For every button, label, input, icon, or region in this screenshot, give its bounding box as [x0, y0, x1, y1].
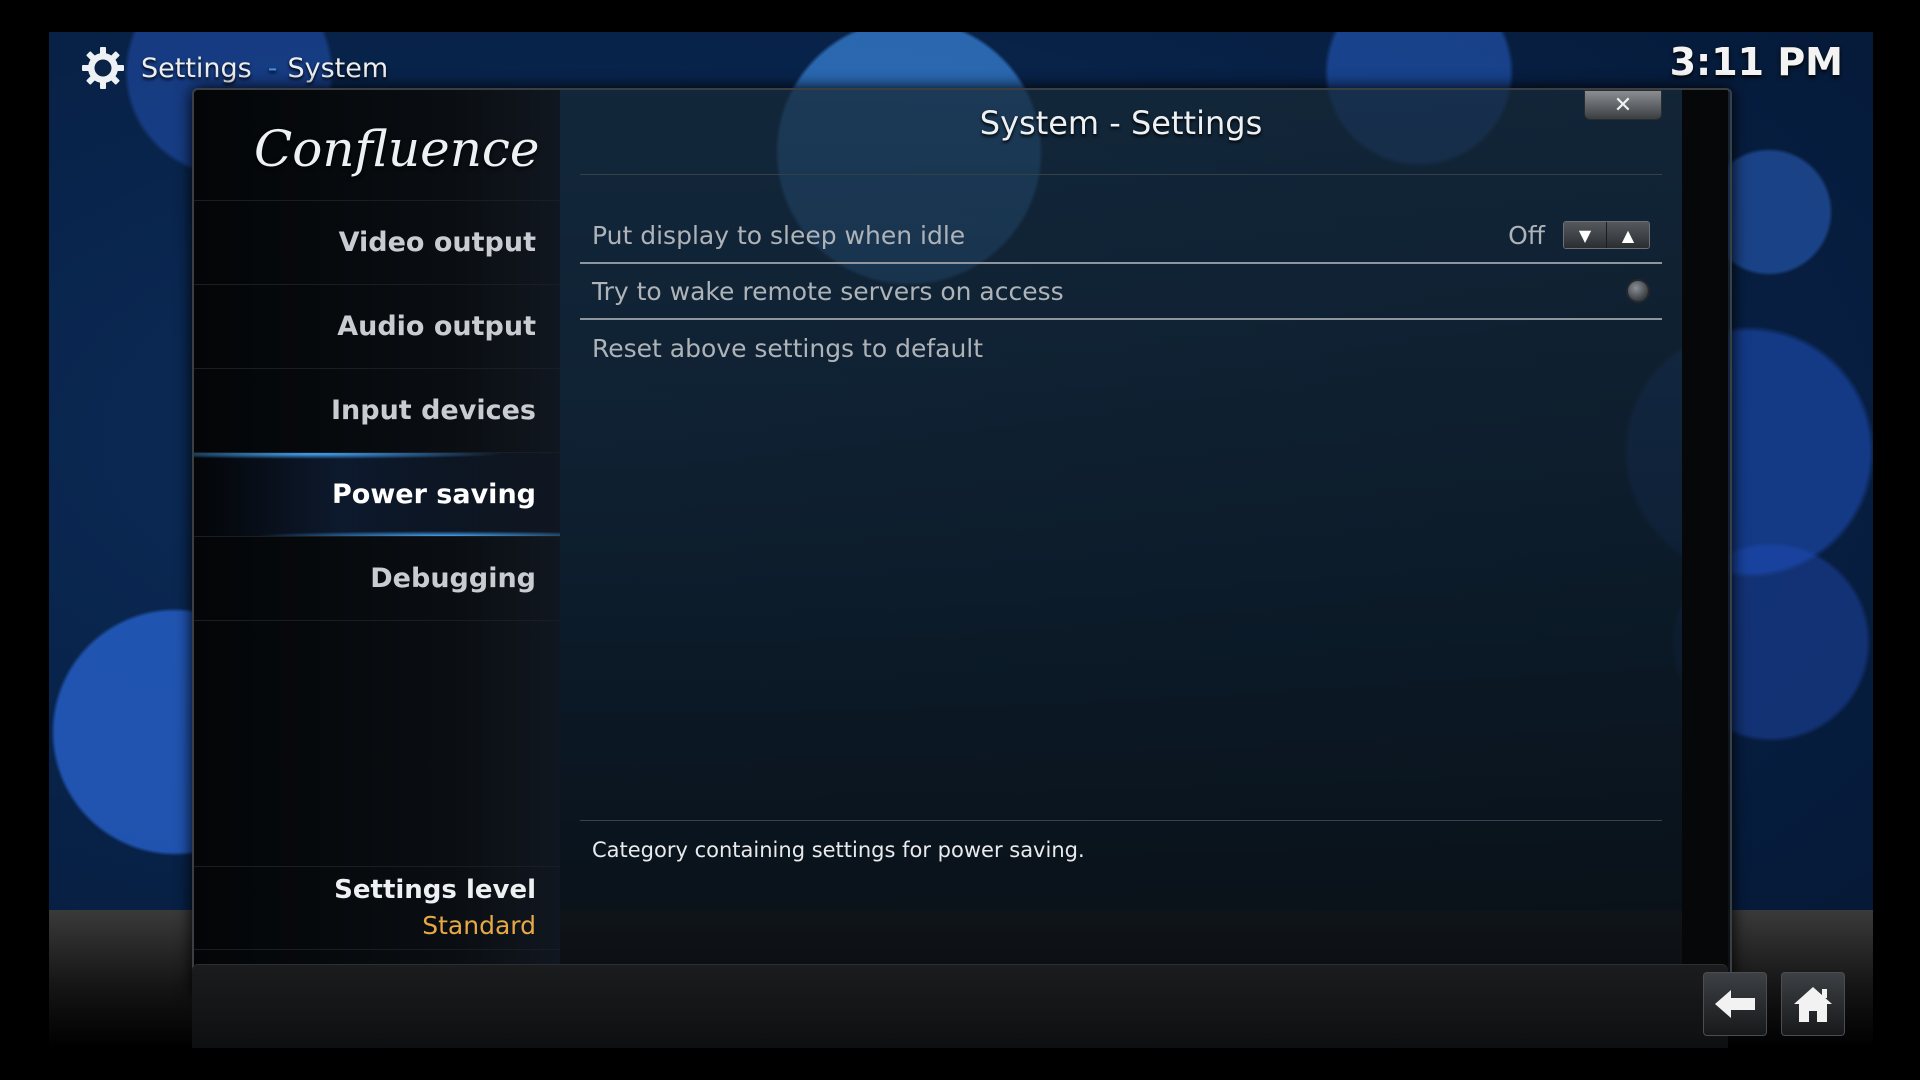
triangle-up-icon: ▲ — [1621, 225, 1635, 245]
setting-label: Put display to sleep when idle — [592, 220, 966, 250]
close-icon: ✕ — [1613, 92, 1633, 118]
back-arrow-icon — [1715, 990, 1755, 1018]
sidebar-item-input-devices[interactable]: Input devices — [194, 368, 560, 452]
sidebar-item-audio-output[interactable]: Audio output — [194, 284, 560, 368]
sidebar-item-label: Audio output — [337, 311, 536, 342]
setting-wake-remote-servers[interactable]: Try to wake remote servers on access — [580, 264, 1662, 320]
setting-reset-defaults[interactable]: Reset above settings to default — [580, 320, 1662, 376]
header-subsection: System — [287, 52, 389, 84]
settings-level-label: Settings level — [334, 875, 536, 905]
sidebar-item-label: Video output — [338, 227, 536, 258]
sidebar-divider — [194, 620, 560, 621]
close-button[interactable]: ✕ — [1584, 90, 1662, 120]
confluence-logo: Confluence — [254, 120, 540, 178]
sidebar-item-label: Debugging — [370, 563, 536, 594]
home-button[interactable] — [1781, 972, 1845, 1036]
category-description: Category containing settings for power s… — [592, 838, 1085, 862]
clock: 3:11 PM — [1669, 40, 1843, 84]
setting-display-sleep[interactable]: Put display to sleep when idle Off ▼ ▲ — [580, 208, 1662, 264]
sidebar-item-debugging[interactable]: Debugging — [194, 536, 560, 620]
description-divider — [580, 820, 1662, 821]
sidebar: Confluence Video output Audio output Inp… — [194, 90, 560, 996]
setting-label: Try to wake remote servers on access — [592, 276, 1064, 306]
back-button[interactable] — [1703, 972, 1767, 1036]
gear-icon — [82, 47, 124, 89]
home-icon — [1794, 987, 1832, 1022]
header-section: Settings — [141, 52, 252, 84]
setting-value: Off — [1508, 220, 1545, 250]
triangle-down-icon: ▼ — [1578, 225, 1592, 245]
bottom-bar — [192, 964, 1728, 1048]
sidebar-item-label: Power saving — [331, 479, 536, 510]
settings-dialog: Confluence Video output Audio output Inp… — [192, 88, 1732, 998]
dialog-title: System - Settings — [979, 104, 1263, 142]
settings-level-value: Standard — [422, 911, 536, 940]
spin-up-button[interactable]: ▲ — [1606, 222, 1649, 248]
settings-level-button[interactable]: Settings level Standard — [194, 866, 560, 950]
setting-label: Reset above settings to default — [592, 333, 984, 363]
scrollbar[interactable] — [1682, 90, 1728, 996]
sidebar-item-video-output[interactable]: Video output — [194, 200, 560, 284]
screen: Settings - System 3:11 PM Confluence Vid… — [49, 32, 1873, 1048]
radio-toggle[interactable] — [1626, 279, 1650, 303]
spin-down-button[interactable]: ▼ — [1564, 222, 1606, 248]
header-separator: - — [267, 52, 278, 84]
sidebar-item-label: Input devices — [330, 395, 536, 426]
title-divider — [580, 174, 1662, 175]
settings-content: System - Settings Put display to sleep w… — [560, 90, 1682, 996]
value-spinner: ▼ ▲ — [1563, 221, 1650, 249]
sidebar-item-power-saving[interactable]: Power saving — [194, 452, 560, 536]
